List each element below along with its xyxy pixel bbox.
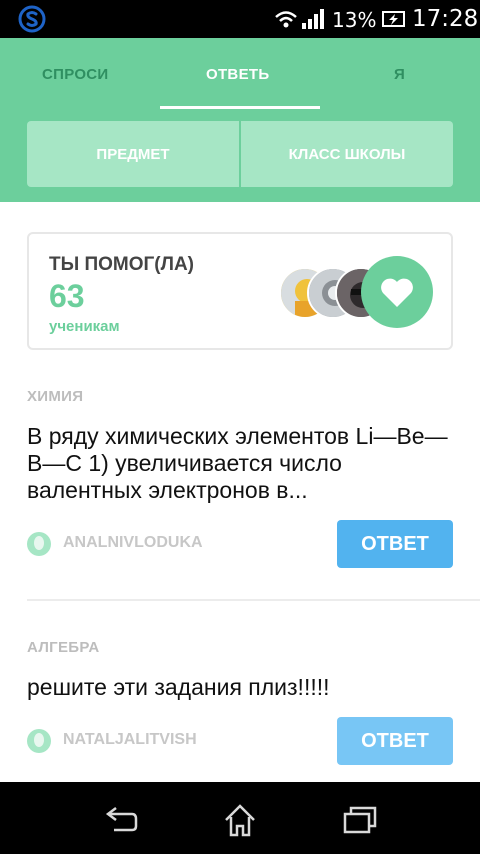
- question-item[interactable]: ХИМИЯ В ряду химических элементов Li—Be—…: [27, 388, 453, 570]
- battery-percent: 13%: [332, 8, 377, 32]
- system-nav-bar: [0, 782, 480, 854]
- question-subject: АЛГЕБРА: [27, 639, 100, 656]
- question-text[interactable]: решите эти задания плиз!!!!!: [27, 674, 453, 701]
- list-divider: [27, 599, 480, 601]
- question-footer: NATALJALITVISH ОТВЕТ: [27, 717, 453, 767]
- helped-stats-card[interactable]: ТЫ ПОМОГ(ЛА) 63 ученикам: [27, 232, 453, 350]
- clock: 17:28: [412, 6, 479, 32]
- question-footer: ANALNIVLODUKA ОТВЕТ: [27, 520, 453, 570]
- tab-me[interactable]: Я: [394, 66, 405, 83]
- app-header: СПРОСИ ОТВЕТЬ Я ПРЕДМЕТ КЛАСС ШКОЛЫ: [0, 38, 480, 202]
- battery-charging-icon: [382, 11, 405, 27]
- helped-unit: ученикам: [49, 318, 120, 335]
- signal-icon: [302, 9, 324, 29]
- status-bar: 13% 17:28: [0, 0, 480, 38]
- question-item[interactable]: АЛГЕБРА решите эти задания плиз!!!!! NAT…: [27, 639, 453, 767]
- wifi-icon: [275, 11, 297, 28]
- home-icon[interactable]: [222, 802, 258, 838]
- back-icon[interactable]: [102, 802, 138, 838]
- active-tab-indicator: [160, 106, 320, 109]
- question-author[interactable]: ANALNIVLODUKA: [63, 534, 203, 552]
- tab-ask[interactable]: СПРОСИ: [42, 66, 109, 83]
- helped-title: ТЫ ПОМОГ(ЛА): [49, 254, 195, 275]
- filter-bar: ПРЕДМЕТ КЛАСС ШКОЛЫ: [27, 121, 453, 187]
- app-logo-icon: [18, 5, 46, 33]
- heart-button[interactable]: [361, 256, 433, 328]
- class-filter-button[interactable]: КЛАСС ШКОЛЫ: [241, 121, 453, 187]
- subject-filter-button[interactable]: ПРЕДМЕТ: [27, 121, 239, 187]
- question-author[interactable]: NATALJALITVISH: [63, 731, 197, 749]
- user-avatar-icon: [27, 729, 51, 753]
- answer-button[interactable]: ОТВЕТ: [337, 717, 453, 765]
- recent-apps-icon[interactable]: [342, 802, 378, 838]
- user-avatar-icon: [27, 532, 51, 556]
- question-subject: ХИМИЯ: [27, 388, 84, 405]
- question-text[interactable]: В ряду химических элементов Li—Be—B—C 1)…: [27, 423, 453, 504]
- tab-answer[interactable]: ОТВЕТЬ: [206, 66, 269, 83]
- heart-icon: [381, 278, 413, 307]
- helped-count: 63: [49, 278, 85, 314]
- answer-button[interactable]: ОТВЕТ: [337, 520, 453, 568]
